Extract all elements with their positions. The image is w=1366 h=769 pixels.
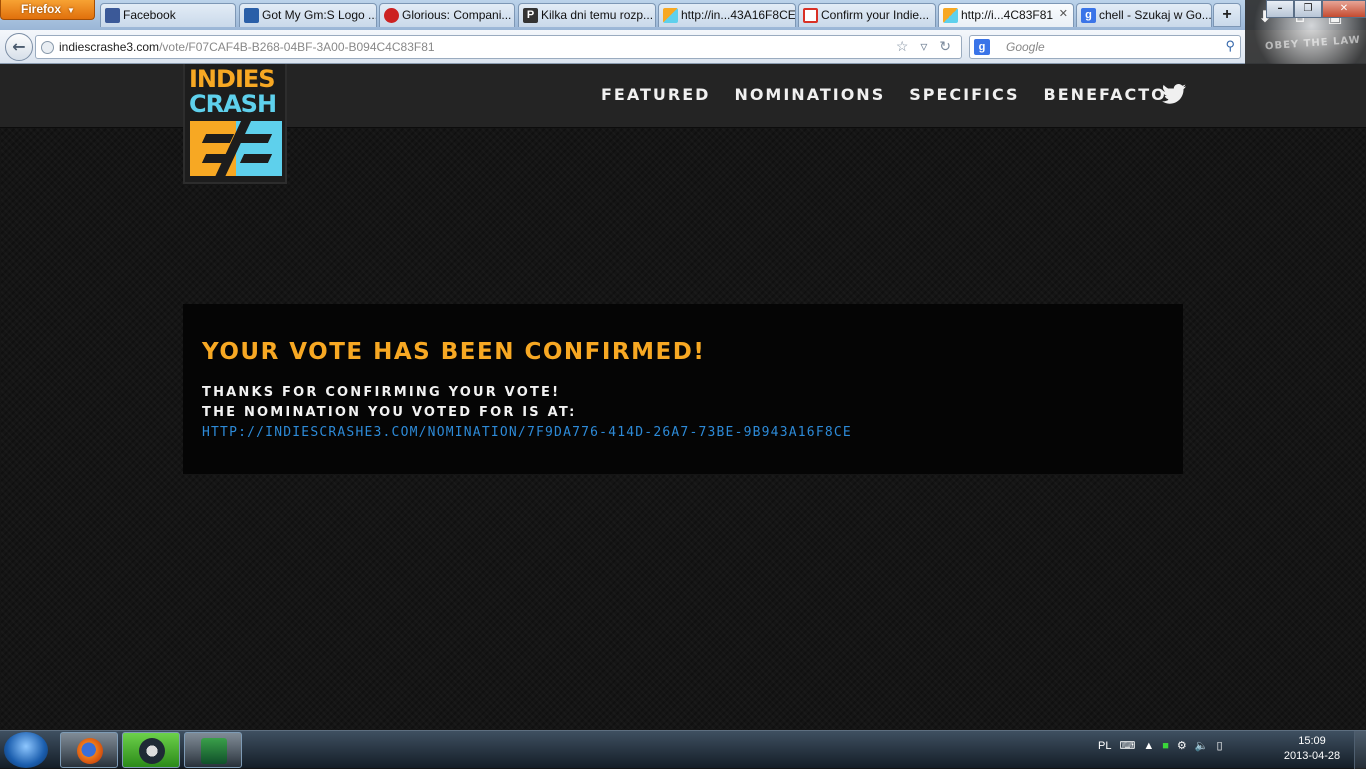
firefox-menu-label: Firefox <box>21 2 62 16</box>
search-icon[interactable]: ⚲ <box>1225 38 1235 54</box>
back-arrow-icon[interactable]: ← <box>5 33 33 61</box>
url-domain: indiescrashe3.com <box>59 40 160 54</box>
clock-time: 15:09 <box>1298 735 1326 747</box>
firefox-menu-button[interactable]: Firefox ▼ <box>0 0 95 20</box>
google-search-engine-icon[interactable]: g <box>974 39 990 55</box>
tab-gms-logo[interactable]: Got My Gm:S Logo ... <box>239 3 377 27</box>
close-window-icon[interactable]: ✕ <box>1322 0 1366 18</box>
window-controls: – ❐ ✕ <box>1266 0 1366 18</box>
show-hidden-icons-icon[interactable]: ▲ <box>1143 740 1154 752</box>
power-icon[interactable]: ▯ <box>1216 739 1222 752</box>
windows-taskbar: PL ⌨ ▲ ■ ⚙ 🔈 ▯ 15:09 2013-04-28 <box>0 730 1366 769</box>
yoyo-icon <box>244 8 259 23</box>
tab-google-search[interactable]: g chell - Szukaj w Go... <box>1076 3 1212 27</box>
steam-icon <box>139 738 165 764</box>
tab-label: http://i...4C83F81 <box>961 8 1054 22</box>
nomination-link[interactable]: HTTP://INDIESCRASHE3.COM/NOMINATION/7F9D… <box>202 425 852 440</box>
nav-specifics[interactable]: SPECIFICS <box>909 85 1019 104</box>
indiescrash-icon <box>943 8 958 23</box>
windows-start-icon[interactable] <box>4 732 48 768</box>
google-icon: g <box>1081 8 1096 23</box>
browser-tab-strip: Firefox ▼ Facebook Got My Gm:S Logo ... G… <box>0 0 1366 30</box>
url-path: /vote/F07CAF4B-B268-04BF-3A00-B094C4C83F… <box>159 40 435 54</box>
system-clock[interactable]: 15:09 2013-04-28 <box>1282 734 1342 764</box>
steam-tray-icon[interactable]: ⚙ <box>1177 739 1187 752</box>
bookmark-star-icon[interactable]: ☆ ▿ ↻ <box>896 38 955 55</box>
nav-nominations[interactable]: NOMINATIONS <box>734 85 885 104</box>
keyboard-icon[interactable]: ⌨ <box>1119 739 1135 752</box>
tab-indiescrash-vote[interactable]: http://i...4C83F81 ✕ <box>938 3 1074 27</box>
logo-line-crash: CRASH <box>189 90 277 118</box>
clock-date: 2013-04-28 <box>1283 750 1341 762</box>
confirmation-thanks-text: THANKS FOR CONFIRMING YOUR VOTE! <box>202 385 561 400</box>
search-placeholder: Google <box>1006 40 1045 54</box>
indiescrash-icon <box>663 8 678 23</box>
logo-e3-mark <box>190 117 282 181</box>
language-indicator[interactable]: PL <box>1098 740 1111 752</box>
search-bar[interactable]: g Google ⚲ <box>969 35 1241 59</box>
globe-icon <box>41 41 54 54</box>
web-page: FEATURED NOMINATIONS SPECIFICS BENEFACTO… <box>0 64 1366 730</box>
gmail-icon <box>803 8 818 23</box>
tab-label: Confirm your Indie... <box>821 8 930 22</box>
tab-gmail-confirm[interactable]: Confirm your Indie... <box>798 3 936 27</box>
twitter-icon[interactable] <box>1162 83 1186 105</box>
confirmation-nomination-text: THE NOMINATION YOU VOTED FOR IS AT: <box>202 405 577 420</box>
volume-icon[interactable]: 🔈 <box>1195 739 1209 752</box>
tab-indiescrash-nomination[interactable]: http://in...43A16F8CE <box>658 3 796 27</box>
browser-navigation-bar: ← indiescrashe3.com/vote/F07CAF4B-B268-0… <box>0 30 1366 64</box>
site-navigation: FEATURED NOMINATIONS SPECIFICS BENEFACTO… <box>601 85 1181 104</box>
red-circle-icon <box>384 8 399 23</box>
tab-label: Got My Gm:S Logo ... <box>262 8 377 22</box>
logo-line-indies: INDIES <box>189 65 276 93</box>
indies-crash-e3-logo[interactable]: INDIES CRASH <box>183 64 287 184</box>
taskbar-steam[interactable] <box>122 732 180 768</box>
close-tab-icon[interactable]: ✕ <box>1059 7 1068 20</box>
p-icon: P <box>523 8 538 23</box>
monitor-icon <box>201 738 227 764</box>
taskbar-firefox[interactable] <box>60 732 118 768</box>
address-bar[interactable]: indiescrashe3.com/vote/F07CAF4B-B268-04B… <box>35 35 962 59</box>
network-activity-icon[interactable]: ■ <box>1162 740 1169 752</box>
tab-label: http://in...43A16F8CE <box>681 8 796 22</box>
tab-label: Facebook <box>123 8 176 22</box>
show-desktop-button[interactable] <box>1354 731 1366 769</box>
firefox-icon <box>77 738 103 764</box>
tab-facebook[interactable]: Facebook <box>100 3 236 27</box>
taskbar-app[interactable] <box>184 732 242 768</box>
nav-benefactor[interactable]: BENEFACTOR <box>1044 85 1182 104</box>
vote-confirmation-panel: YOUR VOTE HAS BEEN CONFIRMED! THANKS FOR… <box>183 304 1183 474</box>
maximize-icon[interactable]: ❐ <box>1294 0 1322 18</box>
system-tray: PL ⌨ ▲ ■ ⚙ 🔈 ▯ <box>1098 739 1223 753</box>
minimize-icon[interactable]: – <box>1266 0 1294 18</box>
tab-glorious[interactable]: Glorious: Compani... <box>379 3 515 27</box>
tab-label: Kilka dni temu rozp... <box>541 8 654 22</box>
facebook-icon <box>105 8 120 23</box>
nav-featured[interactable]: FEATURED <box>601 85 710 104</box>
tab-label: Glorious: Compani... <box>402 8 512 22</box>
confirmation-title: YOUR VOTE HAS BEEN CONFIRMED! <box>202 339 706 365</box>
tab-label: chell - Szukaj w Go... <box>1099 8 1212 22</box>
tab-kilka-dni[interactable]: P Kilka dni temu rozp... <box>518 3 656 27</box>
new-tab-button[interactable]: + <box>1213 3 1241 27</box>
chevron-down-icon: ▼ <box>67 6 75 15</box>
